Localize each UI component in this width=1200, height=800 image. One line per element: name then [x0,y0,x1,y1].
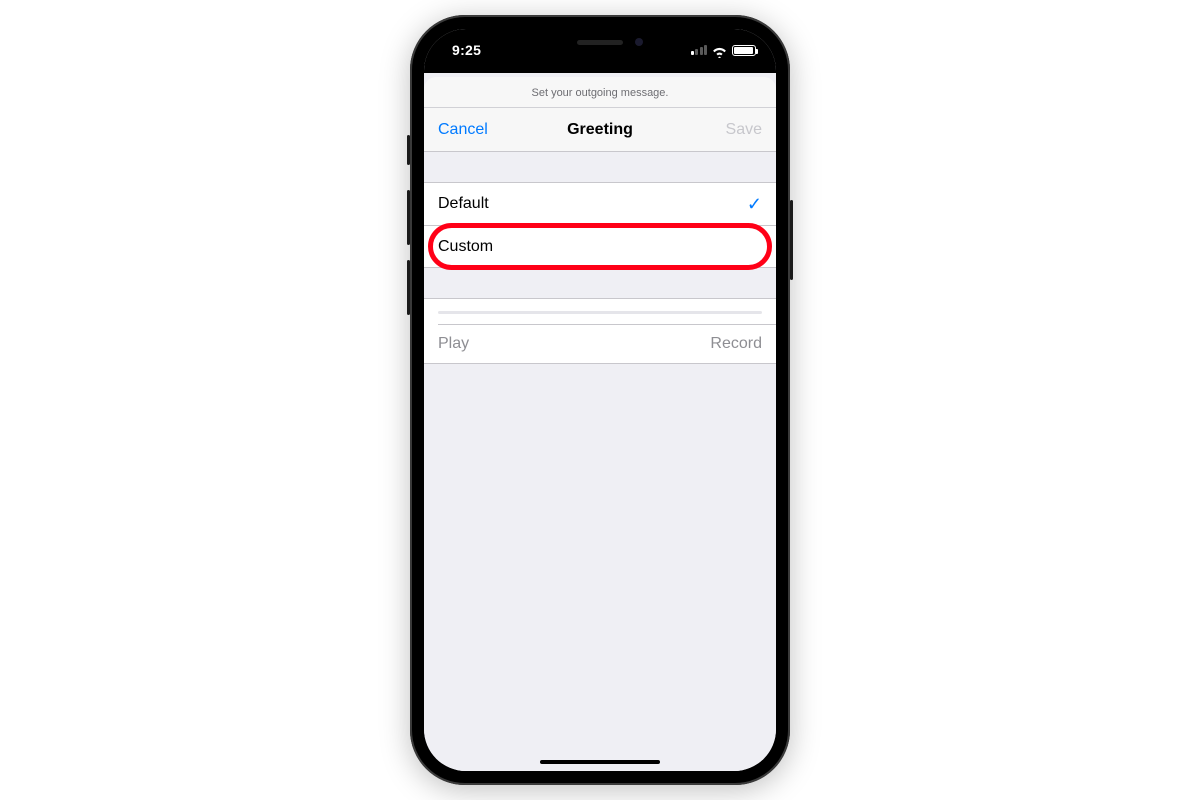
checkmark-icon: ✓ [747,194,762,215]
save-button[interactable]: Save [692,121,762,139]
option-default-row[interactable]: Default ✓ [424,183,776,225]
cellular-signal-icon [691,45,708,55]
wifi-icon [712,45,727,56]
battery-icon [732,45,756,56]
play-button[interactable]: Play [438,335,469,353]
navigation-bar: Cancel Greeting Save [424,108,776,152]
sheet-subtitle: Set your outgoing message. [424,77,776,108]
notch [515,29,685,55]
greeting-options-group: Default ✓ Custom [424,182,776,268]
playback-progress-track[interactable] [438,311,762,314]
power-button [790,200,793,280]
option-custom-label: Custom [438,238,493,256]
cancel-button[interactable]: Cancel [438,121,508,139]
home-indicator[interactable] [540,760,660,764]
mute-switch [407,135,410,165]
volume-up-button [407,190,410,245]
speaker-grille [577,40,623,45]
option-custom-row[interactable]: Custom [424,225,776,267]
page-title: Greeting [567,121,633,139]
status-icons [691,45,757,56]
volume-down-button [407,260,410,315]
phone-frame: 9:25 Set your outgoing message. Cancel G… [410,15,790,785]
option-default-label: Default [438,195,489,213]
playback-group: Play Record [424,298,776,364]
playback-controls-row: Play Record [438,324,776,363]
screen: 9:25 Set your outgoing message. Cancel G… [424,29,776,771]
front-camera [635,38,643,46]
status-time: 9:25 [452,42,481,58]
playback-progress-row [424,299,776,324]
content-area: Default ✓ Custom Play Record [424,152,776,771]
record-button[interactable]: Record [710,335,762,353]
